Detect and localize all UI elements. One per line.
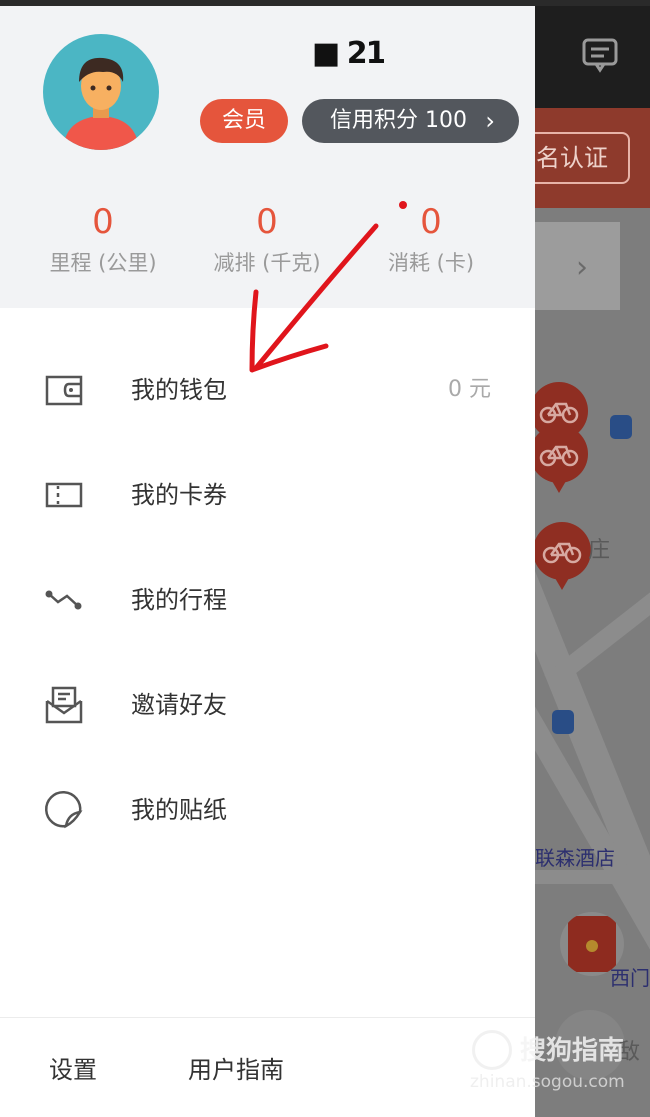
username: ■ 21 — [312, 36, 384, 71]
watermark: 搜狗指南 zhinan.sogou.com — [470, 1030, 645, 1100]
stat-label: 消耗 (卡) — [387, 251, 475, 275]
red-envelope-icon[interactable] — [560, 912, 624, 976]
stat-value: 0 — [256, 202, 278, 242]
map-hotel-label: 联森酒店 — [535, 846, 615, 870]
stat-value: 0 — [420, 202, 442, 242]
menu-item-invite[interactable]: 邀请好友 — [0, 653, 535, 757]
bus-stop-icon — [552, 710, 574, 734]
stat-calories: 0 消耗 (卡) — [356, 202, 506, 278]
status-bar-strip — [0, 0, 650, 6]
menu-item-trips[interactable]: 我的行程 — [0, 548, 535, 652]
credit-score-button[interactable]: 信用积分 100 › — [302, 99, 519, 143]
menu-item-label: 我的贴纸 — [131, 796, 227, 824]
coupon-icon — [44, 475, 84, 515]
watermark-brand: 搜狗指南 — [520, 1036, 625, 1066]
bus-stop-icon — [610, 415, 632, 439]
stat-label: 减排 (千克) — [213, 251, 321, 275]
stat-label: 里程 (公里) — [49, 251, 157, 275]
sogou-logo-icon — [472, 1030, 512, 1070]
verify-button[interactable]: 名认证 — [520, 132, 630, 184]
map-poi-label: 庄 — [588, 538, 611, 563]
chevron-right-icon: › — [485, 107, 495, 135]
menu-item-label: 我的钱包 — [131, 376, 227, 404]
settings-link[interactable]: 设置 — [49, 1054, 97, 1086]
message-icon[interactable] — [578, 36, 622, 76]
side-drawer: ■ 21 会员 信用积分 100 › 0 里程 (公里) 0 减排 (千克) 0… — [0, 6, 535, 1117]
route-icon — [44, 580, 84, 620]
member-badge[interactable]: 会员 — [200, 99, 288, 143]
menu-item-coupons[interactable]: 我的卡券 — [0, 443, 535, 547]
user-guide-link[interactable]: 用户指南 — [188, 1054, 284, 1086]
menu-item-label: 我的行程 — [131, 586, 227, 614]
menu-item-label: 邀请好友 — [131, 691, 227, 719]
menu-item-label: 我的卡券 — [131, 481, 227, 509]
menu-item-wallet[interactable]: 我的钱包 0 元 — [0, 338, 535, 442]
stat-value: 0 — [92, 202, 114, 242]
stat-emission: 0 减排 (千克) — [192, 202, 342, 278]
search-chevron-icon: › — [576, 250, 588, 285]
bike-marker[interactable] — [530, 425, 588, 493]
menu-item-stickers[interactable]: 我的贴纸 — [0, 758, 535, 862]
avatar[interactable] — [43, 34, 159, 150]
bike-marker[interactable] — [533, 522, 591, 590]
credit-score-label: 信用积分 100 — [330, 108, 467, 133]
watermark-url: zhinan.sogou.com — [470, 1072, 625, 1092]
map-gate-label: 西门 — [610, 966, 650, 990]
invite-icon — [44, 685, 84, 725]
profile-header: ■ 21 会员 信用积分 100 › 0 里程 (公里) 0 减排 (千克) 0… — [0, 6, 535, 308]
drawer-footer: 设置 用户指南 — [0, 1017, 535, 1117]
sticker-icon — [44, 790, 84, 830]
stat-distance: 0 里程 (公里) — [28, 202, 178, 278]
wallet-balance: 0 元 — [448, 377, 491, 402]
wallet-icon — [44, 370, 84, 410]
